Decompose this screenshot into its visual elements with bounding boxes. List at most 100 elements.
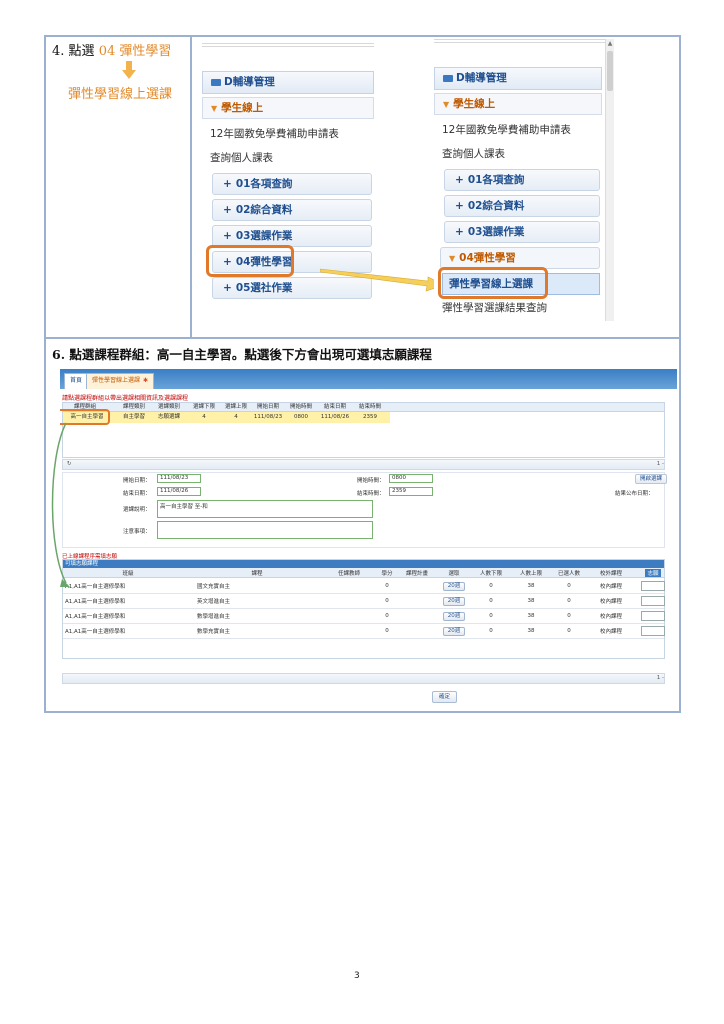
notice-field[interactable]	[157, 521, 373, 539]
plus-icon: +	[223, 230, 232, 242]
open-elective-button[interactable]: 開啟選課	[635, 474, 668, 484]
course-name: 國文充實自主	[197, 584, 231, 590]
select-20weeks-button[interactable]: 20週	[442, 581, 466, 591]
menu-link-tuition[interactable]: 12年國教免學費補助申請表	[210, 125, 339, 143]
group-grid-header: 課程群組 課程類別 選課類別 選課下限 選課上限 開始日期 開始時間 結束日期 …	[63, 403, 664, 412]
group-cell: 0800	[294, 414, 308, 420]
course-plan	[397, 609, 437, 623]
end-time-label: 結束時間：	[357, 491, 385, 497]
course-grid-header: 班級 課程 任課教師 學分 課程計畫 選取 人數下限 人數上限 已選人數 校外課…	[63, 568, 664, 578]
step4-subtitle: 彈性學習線上選課	[68, 87, 173, 102]
step4-instruction-cell: 4. 點選 04 彈性學習 彈性學習線上選課	[46, 37, 192, 339]
confirm-button[interactable]: 確定	[432, 691, 458, 703]
group-row-selected[interactable]: 高一自主學習 自主學習 志願選課 4 4 111/08/23 0800 111/…	[63, 412, 390, 423]
course-select: 20週	[437, 579, 471, 593]
start-date-field[interactable]: 111/08/23	[157, 474, 201, 483]
menu-link-tuition[interactable]: 12年國教免學費補助申請表	[442, 121, 571, 139]
menu-item-03[interactable]: +03選課作業	[444, 221, 600, 243]
step4-row: 4. 點選 04 彈性學習 彈性學習線上選課 D輔導管理 ▼ 學生線上 12年國教…	[46, 37, 679, 339]
menu-link-schedule[interactable]: 查詢個人課表	[442, 145, 505, 163]
course-teacher	[321, 594, 377, 608]
menu-scrollbar[interactable]: ▲	[605, 39, 614, 321]
menu-item-elective-result[interactable]: 彈性學習選課結果查詢	[442, 299, 547, 317]
course-external: 校內課程	[599, 584, 622, 590]
course-grid-pager: 1 -	[62, 673, 665, 684]
end-date-label: 結束日期：	[123, 491, 151, 497]
step4-title: 4. 點選 04 彈性學習	[52, 44, 172, 59]
menu-item-04-open[interactable]: ▼ 04彈性學習	[440, 247, 600, 269]
menu-section-student-online[interactable]: ▼ 學生線上	[202, 97, 374, 119]
menu-item-02[interactable]: +02綜合資料	[212, 199, 372, 221]
course-max: 38	[527, 583, 535, 589]
pager-count: 1 -	[656, 675, 664, 681]
menu-group-counseling[interactable]: D輔導管理	[434, 67, 602, 90]
course-name: 數學充實自主	[197, 629, 231, 635]
group-col-header: 選課上限	[224, 404, 247, 410]
scroll-up-icon[interactable]: ▲	[606, 39, 614, 49]
document-sheet: 4. 點選 04 彈性學習 彈性學習線上選課 D輔導管理 ▼ 學生線上 12年國教…	[44, 35, 681, 713]
select-20weeks-button[interactable]: 20週	[442, 611, 466, 621]
start-time-field[interactable]: 0800	[389, 474, 433, 483]
group-cell: 自主學習	[122, 414, 145, 420]
course-plan	[397, 579, 437, 593]
course-col-header: 人數上限	[519, 570, 542, 577]
highlight-callout-elective	[438, 267, 548, 299]
group-cell: 111/08/23	[253, 414, 283, 420]
course-col-header: 任課教師	[337, 570, 360, 577]
course-col-header: 人數下限	[479, 570, 502, 577]
course-wish	[639, 594, 667, 608]
course-min: 0	[489, 598, 493, 604]
menu-item-02[interactable]: +02綜合資料	[444, 195, 600, 217]
class-note-field[interactable]: 高一自主學習 至-和	[157, 500, 373, 518]
hint-text: 請點選課程群組以帶出選課相關資訊及選課課程	[62, 395, 189, 402]
wish-input[interactable]	[641, 611, 665, 621]
course-plan	[397, 624, 437, 638]
menu-item-03[interactable]: +03選課作業	[212, 225, 372, 247]
select-20weeks-button[interactable]: 20週	[442, 596, 466, 606]
select-20weeks-button[interactable]: 20週	[442, 626, 466, 636]
tab-elective-online[interactable]: 彈性學習線上選課 ✱	[86, 373, 155, 389]
end-date-field[interactable]: 111/08/26	[157, 487, 201, 496]
course-enrolled: 0	[567, 628, 571, 634]
tab-home[interactable]: 首頁	[64, 373, 89, 389]
triangle-down-icon: ▼	[443, 100, 450, 109]
course-group-grid: 課程群組 課程類別 選課類別 選課下限 選課上限 開始日期 開始時間 結束日期 …	[62, 402, 665, 458]
triangle-down-icon: ▼	[449, 254, 456, 263]
group-cell: 4	[234, 414, 238, 420]
course-class: A1,A1高一自主選修學和	[65, 584, 126, 590]
group-grid-pager: ↻ 1 -	[62, 459, 665, 470]
wish-input[interactable]	[641, 581, 665, 591]
plus-icon: +	[223, 178, 232, 190]
wish-input[interactable]	[641, 596, 665, 606]
course-name: 數學增進自主	[197, 614, 231, 620]
course-credit: 0	[385, 613, 389, 619]
scroll-thumb[interactable]	[607, 51, 613, 91]
course-select: 20週	[437, 609, 471, 623]
menu-item-01[interactable]: +01各項查詢	[444, 169, 600, 191]
down-arrow-icon	[122, 61, 136, 79]
close-icon[interactable]: ✱	[143, 377, 148, 384]
menu-link-schedule[interactable]: 查詢個人課表	[210, 149, 273, 167]
course-col-header: 課程	[251, 570, 263, 577]
course-max: 38	[527, 613, 535, 619]
menu-section-student-online[interactable]: ▼ 學生線上	[434, 93, 602, 115]
plus-icon: +	[455, 200, 464, 212]
menu-group-counseling[interactable]: D輔導管理	[202, 71, 374, 94]
green-curved-arrow-icon	[51, 422, 70, 587]
wish-input[interactable]	[641, 626, 665, 636]
course-enrolled: 0	[567, 613, 571, 619]
step6-row: 6. 點選課程群組：高一自主學習。點選後下方會出現可選填志願課程 首頁 彈性學習…	[46, 341, 679, 711]
course-col-header: 學分	[381, 570, 393, 577]
group-col-header: 結束日期	[323, 404, 346, 410]
course-enrolled: 0	[567, 598, 571, 604]
course-col-header: 課程計畫	[405, 570, 428, 577]
course-row: A1,A1高一自主選修學和 數學增進自主 0 20週 0 38 0 校內課程	[63, 609, 665, 624]
course-external: 校內課程	[599, 614, 622, 620]
folder-icon	[211, 79, 221, 86]
plus-icon: +	[223, 282, 232, 294]
menu-item-01[interactable]: +01各項查詢	[212, 173, 372, 195]
group-cell: 2359	[363, 414, 377, 420]
group-col-header: 課程類別	[122, 404, 145, 410]
group-col-header: 開始時間	[289, 404, 312, 410]
end-time-field[interactable]: 2359	[389, 487, 433, 496]
